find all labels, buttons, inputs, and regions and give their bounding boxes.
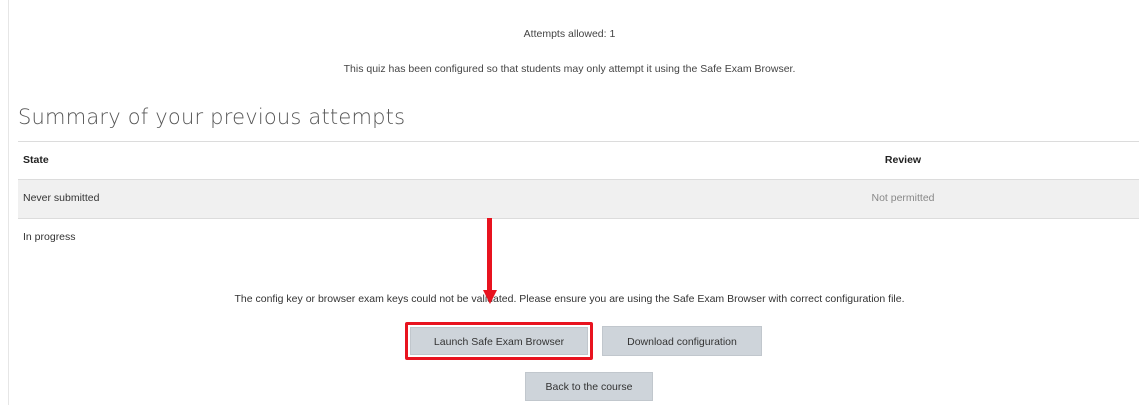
attempt-review: Not permitted [871,192,935,204]
column-header-state: State [23,154,49,166]
attempt-state: In progress [23,231,76,243]
table-row: In progress [18,218,1139,257]
seb-config-note: This quiz has been configured so that st… [343,63,796,75]
table-header-row: State Review [18,141,1139,179]
back-to-course-button[interactable]: Back to the course [525,372,653,401]
attempts-summary-table: State Review Never submitted Not permitt… [18,141,1139,257]
attempt-state: Never submitted [23,192,100,204]
column-header-review: Review [884,154,922,166]
page-left-border [8,0,9,405]
annotation-highlight-box [405,322,593,360]
annotation-arrowhead-icon [483,290,497,304]
annotation-arrow-icon [487,218,492,294]
config-key-warning: The config key or browser exam keys coul… [234,293,905,305]
attempts-allowed-text: Attempts allowed: 1 [523,28,616,40]
summary-heading: Summary of your previous attempts [18,105,406,129]
table-row: Never submitted Not permitted [18,179,1139,218]
download-configuration-button[interactable]: Download configuration [602,326,762,356]
